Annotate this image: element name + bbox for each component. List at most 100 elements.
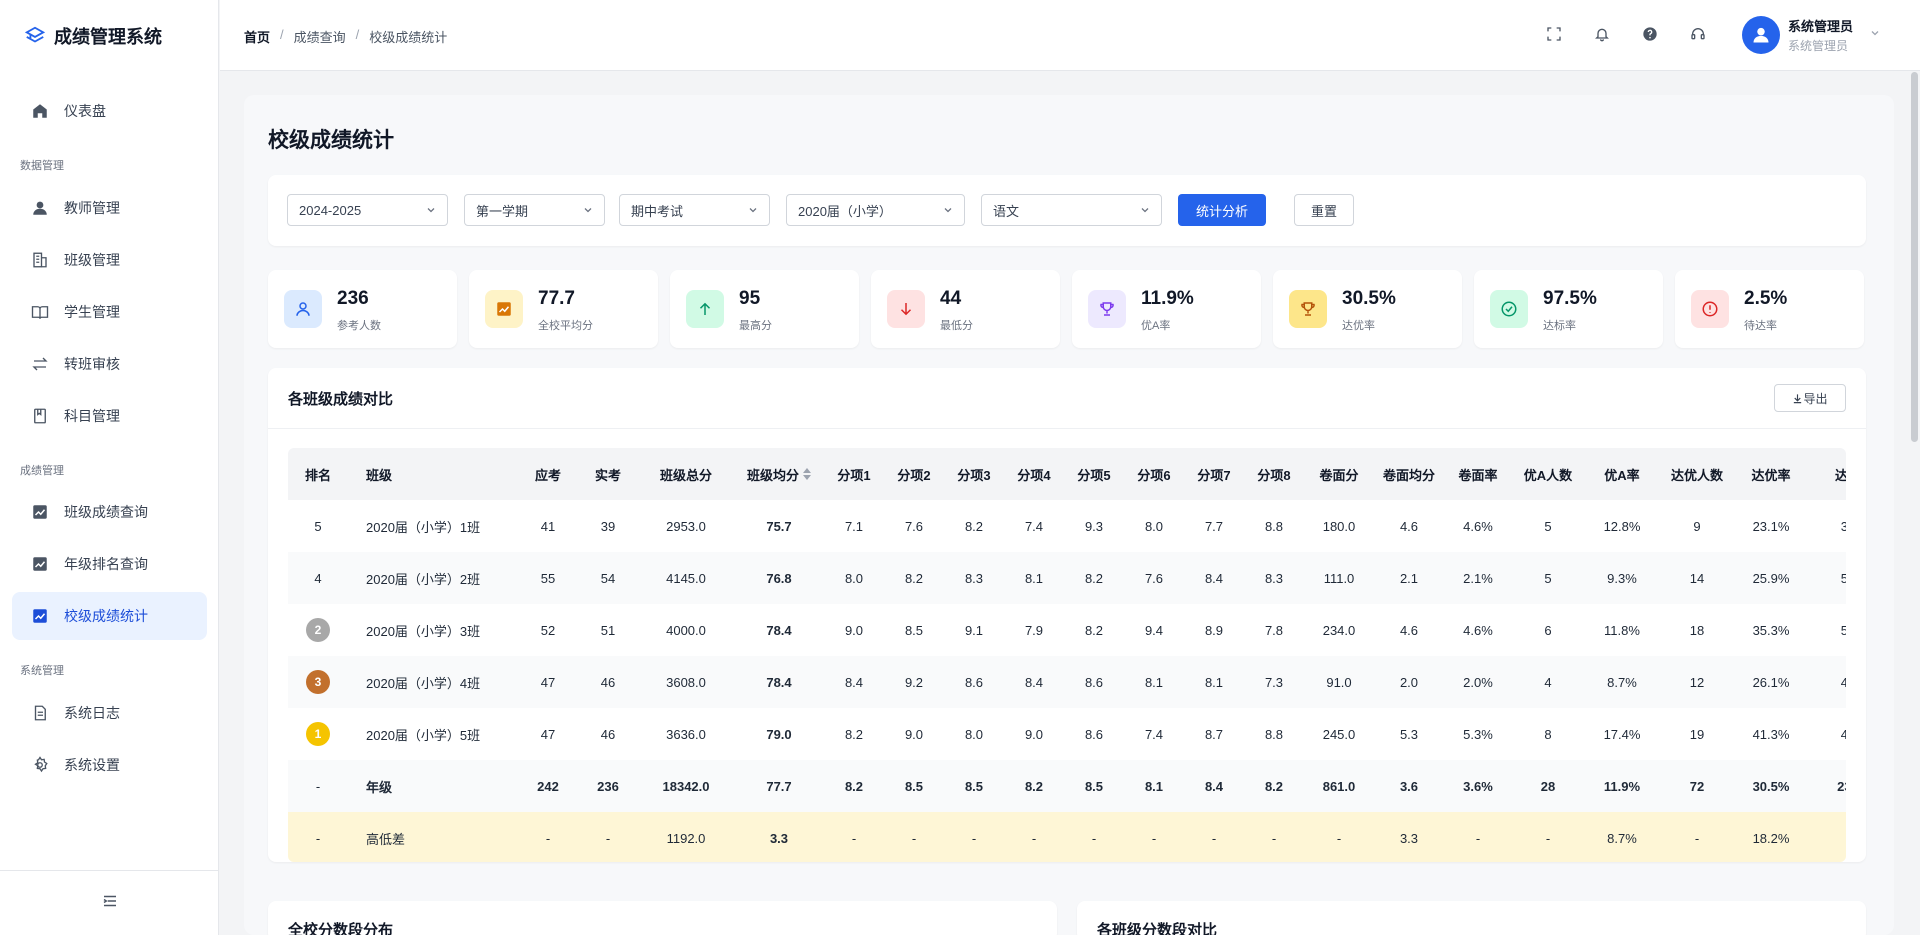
table-cell: 8.1 (1184, 656, 1244, 708)
sidebar-item-school-stats[interactable]: 校级成绩统计 (12, 592, 207, 640)
table-cell: 46 (578, 656, 638, 708)
cell-text: 39 (600, 518, 616, 534)
table-cell: 19 (1660, 708, 1734, 760)
cell-text: 11.8% (1604, 622, 1640, 638)
table-cell: 23.1% (1734, 500, 1808, 552)
page-scrollbar[interactable] (1911, 72, 1918, 442)
user-menu[interactable]: 系统管理员 系统管理员 (1742, 16, 1881, 54)
sidebar-item-dashboard[interactable]: 仪表盘 (12, 87, 207, 135)
stat-card-average: 77.7 全校平均分 (469, 270, 658, 348)
year-select[interactable]: 2024-2025 (287, 194, 448, 226)
cell-text: - (911, 830, 917, 846)
subject-select[interactable]: 语文 (981, 194, 1162, 226)
sort-icon[interactable] (803, 468, 811, 480)
cell-text: 2020届（小学）1班 (366, 519, 481, 535)
collapse-menu-icon[interactable] (101, 892, 119, 915)
table-cell: 8.7% (1584, 656, 1660, 708)
table-header-cell: 优A人数 (1512, 448, 1584, 500)
sidebar-item-log[interactable]: 系统日志 (12, 689, 207, 737)
table-cell: 8.6 (1064, 656, 1124, 708)
user-icon (296, 302, 310, 316)
chevron-down-icon (584, 208, 592, 213)
help-icon[interactable] (1640, 24, 1660, 44)
table-cell: 8.4 (1004, 656, 1064, 708)
table-header-cell: 分项6 (1124, 448, 1184, 500)
table-cell: 3.3 (734, 812, 824, 862)
cell-text: 52 (540, 622, 556, 638)
table-cell: - (1004, 812, 1064, 862)
cell-text: 8.2 (964, 518, 984, 534)
sidebar-item-subject[interactable]: 科目管理 (12, 392, 207, 440)
cell-text: 7.6 (1144, 570, 1164, 586)
table-row: 1 2020届（小学）5班 47 46 3636.0 79.0 8.2 9.0 8.0 9.0 8.… (288, 708, 1846, 760)
table-title: 各班级成绩对比 (288, 391, 394, 408)
sidebar-item-label: 校级成绩统计 (64, 608, 148, 624)
table-cell: 45 (1808, 708, 1846, 760)
table-cell: 9 (1660, 500, 1734, 552)
sidebar-item-grade-rank[interactable]: 年级排名查询 (12, 540, 207, 588)
breadcrumb-score-query[interactable]: 成绩查询 (294, 27, 346, 46)
cell-text: 8.2 (1264, 778, 1284, 794)
breadcrumb-home[interactable]: 首页 (244, 27, 270, 46)
cell-text: 2020届（小学）5班 (366, 727, 481, 743)
table-cell: 26.1% (1734, 656, 1808, 708)
table-scroll-area[interactable]: 排名 班级 应考 实考 班级总分 班级均分 分项1 分项2 分项3 分项4 分项5 分项6 分项7 分项8… (288, 448, 1846, 862)
grade-select[interactable]: 2020届（小学） (786, 194, 965, 226)
section-title: 全校分数段分布 (288, 922, 394, 935)
term-select[interactable]: 第一学期 (464, 194, 605, 226)
table-cell: 8.5 (1064, 760, 1124, 812)
headset-icon[interactable] (1688, 24, 1708, 44)
check-circle-icon (1501, 301, 1517, 317)
trophy-icon (1301, 302, 1315, 316)
reset-button[interactable]: 重置 (1294, 194, 1354, 226)
analyze-button[interactable]: 统计分析 (1178, 194, 1266, 226)
table-header-cell: 分项1 (824, 448, 884, 500)
cell-text: 18342.0 (662, 778, 710, 794)
cell-text: 高低差 (366, 831, 406, 847)
cell-text: 3.3 (769, 830, 789, 846)
cell-text: 245.0 (1322, 726, 1356, 742)
sidebar-item-class[interactable]: 班级管理 (12, 236, 207, 284)
table-header-cell: 达优人数 (1660, 448, 1734, 500)
cell-text: 2953.0 (666, 518, 706, 534)
table-cell: 2 (288, 604, 348, 656)
table-cell: 2.0% (1444, 656, 1512, 708)
stat-label: 达优率 (1342, 320, 1375, 332)
bell-icon[interactable] (1592, 24, 1612, 44)
cell-text: 应考 (534, 467, 561, 483)
sidebar-item-settings[interactable]: 系统设置 (12, 741, 207, 789)
cell-text: 78.4 (766, 622, 792, 638)
export-button[interactable]: 导出 (1774, 384, 1846, 412)
cell-text: 8.8 (1264, 726, 1284, 742)
table-header-cell: 分项2 (884, 448, 944, 500)
exam-select[interactable]: 期中考试 (619, 194, 770, 226)
table-cell: 8.9 (1184, 604, 1244, 656)
table-cell: 245.0 (1304, 708, 1374, 760)
table-cell: 91.0 (1304, 656, 1374, 708)
nav-group-score: 成绩管理 (20, 465, 64, 477)
term-select-value: 第一学期 (476, 203, 529, 219)
cell-text: 12.8% (1603, 518, 1641, 534)
cell-text: 12 (1689, 674, 1705, 690)
cell-text: 8.1 (1144, 674, 1164, 690)
cell-text: 达优率 (1751, 467, 1791, 483)
sidebar-item-transfer[interactable]: 转班审核 (12, 340, 207, 388)
table-cell: 41 (518, 500, 578, 552)
sidebar-item-student[interactable]: 学生管理 (12, 288, 207, 336)
table-cell: 4000.0 (638, 604, 734, 656)
logo[interactable]: 成绩管理系统 (0, 0, 218, 71)
table-header-cell: 优A率 (1584, 448, 1660, 500)
table-header-cell: 排名 (288, 448, 348, 500)
cell-text: 47 (540, 674, 556, 690)
table-cell: 8.7% (1584, 812, 1660, 862)
sidebar-item-teacher[interactable]: 教师管理 (12, 184, 207, 232)
stat-label: 参考人数 (337, 320, 381, 332)
table-cell: 9.0 (884, 708, 944, 760)
cell-text: 分项7 (1197, 467, 1231, 483)
table-row: - 高低差 - - 1192.0 3.3 - - - - - - - - - 3.3 - - 8.7% - 18.2% - (288, 812, 1846, 862)
sidebar-item-class-query[interactable]: 班级成绩查询 (12, 488, 207, 536)
cell-text: 28 (1540, 778, 1556, 794)
table-header-cell[interactable]: 班级均分 (734, 448, 824, 500)
fullscreen-icon[interactable] (1544, 24, 1564, 44)
table-cell: - (884, 812, 944, 862)
